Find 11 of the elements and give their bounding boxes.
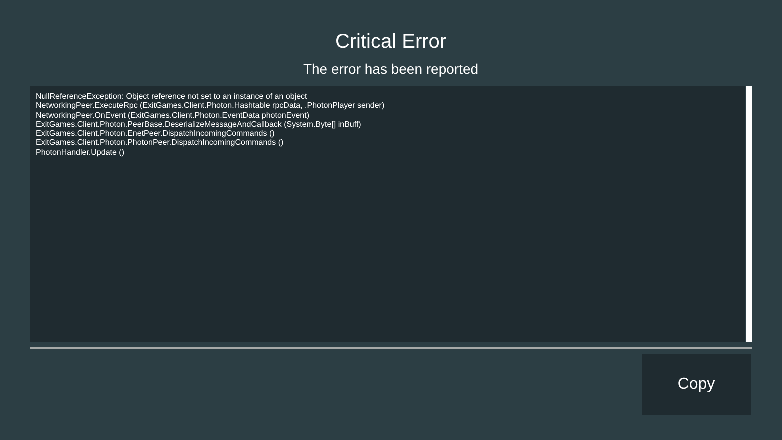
log-line: ExitGames.Client.Photon.EnetPeer.DispatchIncomingCommands (): [36, 129, 276, 138]
copy-button[interactable]: Copy: [642, 354, 751, 415]
dialog-subtitle: The error has been reported: [303, 60, 479, 78]
log-line: NetworkingPeer.OnEvent (ExitGames.Client.Photon.EventData photonEvent): [36, 110, 310, 120]
dialog-title: Critical Error: [335, 30, 447, 54]
log-line: ExitGames.Client.Photon.PhotonPeer.DispatchIncomingCommands (): [36, 138, 285, 148]
log-line: NullReferenceException: Object reference not set to an instance of an object: [36, 92, 308, 102]
log-line: PhotonHandler.Update (): [36, 148, 126, 158]
log-line: NetworkingPeer.ExecuteRpc (ExitGames.Client.Photon.Hashtable rpcData, .PhotonPlayer sender): [36, 101, 386, 111]
scrollbar-thumb[interactable]: [746, 86, 752, 342]
log-line: ExitGames.Client.Photon.PeerBase.DeserializeMessageAndCallback (System.Byte[] inBuff): [36, 120, 362, 130]
